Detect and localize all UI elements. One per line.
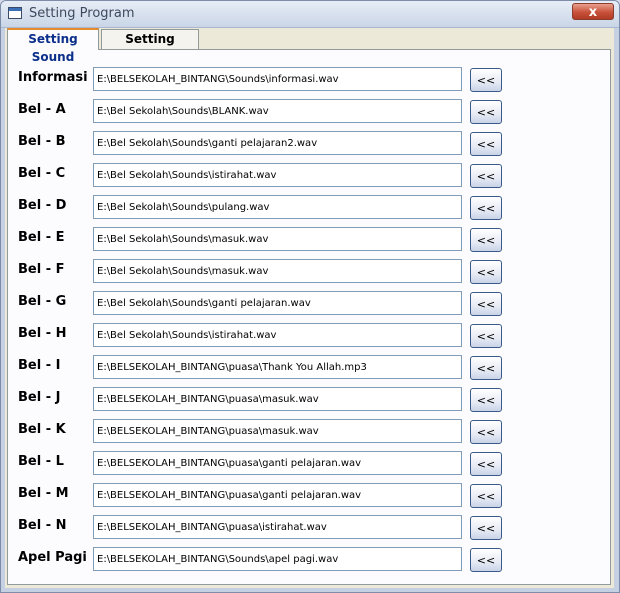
- browse-button[interactable]: <<: [470, 196, 502, 220]
- close-button[interactable]: x: [572, 3, 614, 20]
- sound-path-input[interactable]: [93, 515, 462, 539]
- row-label: Bel - D: [18, 198, 67, 213]
- row-label: Bel - A: [18, 102, 66, 117]
- sound-path-input[interactable]: [93, 547, 462, 571]
- browse-button[interactable]: <<: [470, 548, 502, 572]
- sound-path-input[interactable]: [93, 67, 462, 91]
- row-label: Bel - E: [18, 230, 65, 245]
- client-area: Setting Sound Setting Jadwal Informasi <…: [5, 28, 614, 588]
- sound-path-input[interactable]: [93, 259, 462, 283]
- row-label: Bel - B: [18, 134, 66, 149]
- window-app-icon: [8, 7, 22, 19]
- browse-button[interactable]: <<: [470, 484, 502, 508]
- browse-button[interactable]: <<: [470, 164, 502, 188]
- sound-path-input[interactable]: [93, 387, 462, 411]
- browse-button[interactable]: <<: [470, 228, 502, 252]
- row-label: Bel - J: [18, 390, 61, 405]
- sound-path-input[interactable]: [93, 419, 462, 443]
- row-label: Bel - L: [18, 454, 64, 469]
- sound-path-input[interactable]: [93, 163, 462, 187]
- setting-sound-panel: Informasi << Bel - A << Bel - B << Bel -…: [7, 49, 611, 585]
- browse-button[interactable]: <<: [470, 452, 502, 476]
- sound-path-input[interactable]: [93, 291, 462, 315]
- sound-path-input[interactable]: [93, 99, 462, 123]
- row-label: Bel - G: [18, 294, 67, 309]
- browse-button[interactable]: <<: [470, 100, 502, 124]
- sound-path-input[interactable]: [93, 323, 462, 347]
- row-label: Bel - I: [18, 358, 61, 373]
- row-label: Bel - F: [18, 262, 65, 277]
- row-label: Bel - M: [18, 486, 69, 501]
- program-window: Setting Program x Setting Sound Setting …: [0, 0, 620, 593]
- sound-path-input[interactable]: [93, 195, 462, 219]
- window-title: Setting Program: [29, 6, 135, 21]
- sound-path-input[interactable]: [93, 451, 462, 475]
- row-label: Bel - C: [18, 166, 66, 181]
- browse-button[interactable]: <<: [470, 260, 502, 284]
- browse-button[interactable]: <<: [470, 420, 502, 444]
- browse-button[interactable]: <<: [470, 356, 502, 380]
- sound-path-input[interactable]: [93, 131, 462, 155]
- tab-setting-jadwal[interactable]: Setting Jadwal: [101, 29, 199, 65]
- browse-button[interactable]: <<: [470, 388, 502, 412]
- sound-path-input[interactable]: [93, 227, 462, 251]
- browse-button[interactable]: <<: [470, 516, 502, 540]
- sound-path-input[interactable]: [93, 483, 462, 507]
- row-label: Informasi: [18, 70, 88, 85]
- browse-button[interactable]: <<: [470, 132, 502, 156]
- browse-button[interactable]: <<: [470, 324, 502, 348]
- browse-button[interactable]: <<: [470, 292, 502, 316]
- row-label: Bel - K: [18, 422, 66, 437]
- title-bar[interactable]: Setting Program x: [1, 1, 619, 28]
- tab-setting-sound[interactable]: Setting Sound: [7, 28, 99, 64]
- row-label: Bel - H: [18, 326, 67, 341]
- sound-path-input[interactable]: [93, 355, 462, 379]
- browse-button[interactable]: <<: [470, 68, 502, 92]
- row-label: Bel - N: [18, 518, 67, 533]
- row-label: Apel Pagi: [18, 550, 87, 565]
